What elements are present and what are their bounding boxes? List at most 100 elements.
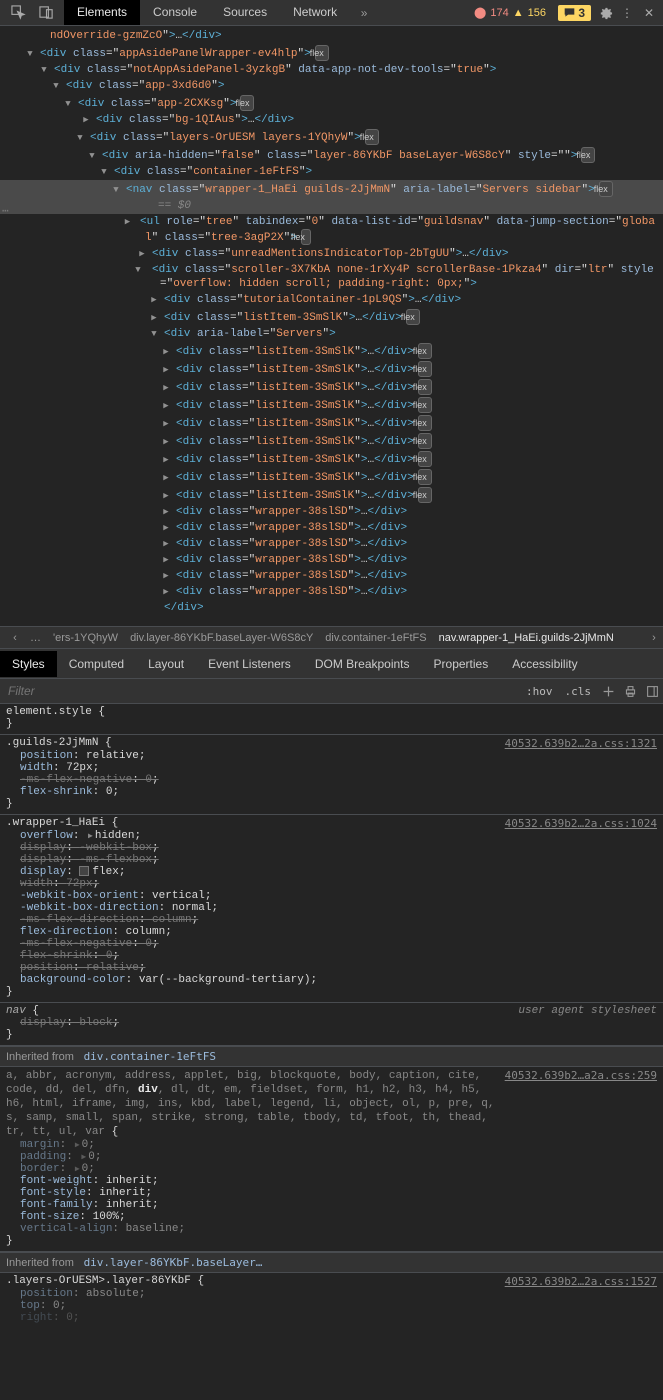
styles-panel[interactable]: element.style { } .guilds-2JjMmN { 40532…: [0, 704, 663, 1400]
lower-tab-accessibility[interactable]: Accessibility: [500, 651, 589, 677]
expand-shorthand-icon[interactable]: ▶: [81, 1152, 86, 1162]
expand-arrow-icon[interactable]: [80, 131, 90, 145]
css-declaration[interactable]: display: block;: [6, 1017, 657, 1029]
rule-element-style[interactable]: element.style { }: [0, 704, 663, 735]
tree-node[interactable]: <div class="wrapper-38slSD">…</div>: [0, 504, 663, 520]
css-declaration[interactable]: -ms-flex-negative: 0;: [6, 938, 657, 950]
flex-swatch-icon[interactable]: [79, 866, 89, 876]
expand-arrow-icon[interactable]: [166, 381, 176, 395]
expand-arrow-icon[interactable]: [116, 183, 126, 197]
css-declaration[interactable]: margin: ▶0;: [6, 1139, 657, 1151]
lower-tab-layout[interactable]: Layout: [136, 651, 196, 677]
rule-wrapper[interactable]: .wrapper-1_HaEi { 40532.639b2…2a.css:102…: [0, 815, 663, 1003]
expand-arrow-icon[interactable]: [166, 521, 176, 535]
breadcrumb-item[interactable]: div.container-1eFtFS: [319, 632, 432, 644]
expand-arrow-icon[interactable]: [166, 435, 176, 449]
expand-arrow-icon[interactable]: [166, 505, 176, 519]
tree-node[interactable]: <div class="bg-1QIAus">…</div>: [0, 112, 663, 128]
css-declaration[interactable]: border: ▶0;: [6, 1163, 657, 1175]
flex-badge[interactable]: flex: [599, 181, 613, 197]
lower-tab-styles[interactable]: Styles: [0, 651, 57, 677]
main-tab-network[interactable]: Network: [280, 0, 350, 25]
tree-node[interactable]: <div class="listItem-3SmSlK">…</div>flex: [0, 308, 663, 326]
css-declaration[interactable]: position: relative;: [6, 962, 657, 974]
expand-arrow-icon[interactable]: [166, 489, 176, 503]
computed-sidebar-icon[interactable]: [641, 680, 663, 702]
tree-node[interactable]: <div aria-label="Servers">: [0, 326, 663, 342]
more-menu-icon[interactable]: ⋮: [619, 5, 635, 21]
rule-selector[interactable]: .guilds-2JjMmN: [6, 737, 98, 750]
breadcrumb-scroll-right-icon[interactable]: ›: [645, 627, 663, 649]
css-declaration[interactable]: display: flex;: [6, 866, 657, 878]
css-declaration[interactable]: overflow: ▶hidden;: [6, 830, 657, 842]
breadcrumb-scroll-left-icon[interactable]: ‹: [6, 627, 24, 649]
flex-badge[interactable]: flex: [418, 451, 432, 467]
tree-node[interactable]: <div class="listItem-3SmSlK">…</div>flex: [0, 432, 663, 450]
tree-node[interactable]: <div class="notAppAsidePanel-3yzkgB" dat…: [0, 62, 663, 78]
rule-source-link[interactable]: 40532.639b2…a2a.css:259: [505, 1069, 657, 1082]
elements-tree[interactable]: ⋯ ndOverride-gzmZcO">…</div> <div class=…: [0, 26, 663, 626]
tree-node[interactable]: <div class="wrapper-38slSD">…</div>: [0, 568, 663, 584]
error-counter[interactable]: ⬤ 174 ▲ 156: [468, 5, 552, 20]
flex-badge[interactable]: flex: [301, 229, 311, 245]
rule-selector[interactable]: .wrapper-1_HaEi: [6, 817, 105, 830]
expand-arrow-icon[interactable]: [166, 569, 176, 583]
device-toolbar-icon[interactable]: [32, 0, 60, 26]
new-style-rule-icon[interactable]: [597, 680, 619, 702]
tree-node[interactable]: <div class="app-3xd6d0">: [0, 78, 663, 94]
tree-node[interactable]: <div class="listItem-3SmSlK">…</div>flex: [0, 486, 663, 504]
css-declaration[interactable]: background-color: var(--background-terti…: [6, 974, 657, 986]
expand-arrow-icon[interactable]: [104, 165, 114, 179]
css-declaration[interactable]: width: 72px;: [6, 878, 657, 890]
tree-node[interactable]: <div class="listItem-3SmSlK">…</div>flex: [0, 468, 663, 486]
cls-toggle[interactable]: .cls: [559, 685, 598, 698]
css-declaration[interactable]: -webkit-box-orient: vertical;: [6, 890, 657, 902]
settings-icon[interactable]: [597, 5, 613, 21]
tree-node[interactable]: <div class="listItem-3SmSlK">…</div>flex: [0, 378, 663, 396]
lower-tab-dom-breakpoints[interactable]: DOM Breakpoints: [303, 651, 422, 677]
tree-node[interactable]: <nav class="wrapper-1_HaEi guilds-2JjMmN…: [0, 180, 663, 198]
tree-node[interactable]: <div class="scroller-3X7KbA none-1rXy4P …: [0, 262, 663, 292]
rule-layers[interactable]: .layers-OrUESM>.layer-86YKbF { 40532.639…: [0, 1273, 663, 1328]
flex-badge[interactable]: flex: [581, 147, 595, 163]
tree-node[interactable]: <div class="layers-OrUESM layers-1YQhyW"…: [0, 128, 663, 146]
expand-arrow-icon[interactable]: [166, 471, 176, 485]
inherited-selector[interactable]: div.container-1eFtFS: [77, 1050, 216, 1063]
rule-source-link[interactable]: 40532.639b2…2a.css:1527: [505, 1275, 657, 1288]
inherited-selector[interactable]: div.layer-86YKbF.baseLayer…: [77, 1256, 262, 1269]
flex-badge[interactable]: flex: [418, 487, 432, 503]
flex-badge[interactable]: flex: [418, 397, 432, 413]
tree-node[interactable]: <ul role="tree" tabindex="0" data-list-i…: [0, 214, 663, 246]
expand-arrow-icon[interactable]: [166, 453, 176, 467]
expand-arrow-icon[interactable]: [166, 585, 176, 599]
flex-badge[interactable]: flex: [365, 129, 379, 145]
expand-shorthand-icon[interactable]: ▶: [75, 1164, 80, 1174]
tree-node[interactable]: <div class="listItem-3SmSlK">…</div>flex: [0, 360, 663, 378]
flex-badge[interactable]: flex: [418, 433, 432, 449]
tree-node[interactable]: </div>: [0, 600, 663, 616]
tree-node[interactable]: <div aria-hidden="false" class="layer-86…: [0, 146, 663, 164]
flex-badge[interactable]: flex: [418, 343, 432, 359]
tree-node[interactable]: <div class="app-2CXKsg">flex: [0, 94, 663, 112]
tree-node[interactable]: <div class="wrapper-38slSD">…</div>: [0, 552, 663, 568]
flex-badge[interactable]: flex: [418, 415, 432, 431]
rule-tag-selector[interactable]: a, abbr, acronym, address, applet, big, …: [6, 1069, 505, 1139]
tree-node[interactable]: <div class="listItem-3SmSlK">…</div>flex: [0, 450, 663, 468]
lower-tab-properties[interactable]: Properties: [422, 651, 501, 677]
flex-badge[interactable]: flex: [418, 379, 432, 395]
tree-node[interactable]: <div class="listItem-3SmSlK">…</div>flex: [0, 396, 663, 414]
tree-node[interactable]: <div class="appAsidePanelWrapper-ev4hlp"…: [0, 44, 663, 62]
lower-tab-computed[interactable]: Computed: [57, 651, 136, 677]
css-declaration[interactable]: width: 72px;: [6, 762, 657, 774]
expand-arrow-icon[interactable]: [130, 215, 140, 229]
rule-inherited-reset[interactable]: a, abbr, acronym, address, applet, big, …: [0, 1067, 663, 1252]
issues-counter[interactable]: 3: [558, 5, 591, 21]
css-declaration[interactable]: display: -ms-flexbox;: [6, 854, 657, 866]
css-declaration[interactable]: font-family: inherit;: [6, 1199, 657, 1211]
expand-arrow-icon[interactable]: [142, 263, 152, 277]
expand-arrow-icon[interactable]: [44, 63, 54, 77]
css-declaration[interactable]: right: 0;: [6, 1312, 657, 1324]
rule-guilds[interactable]: .guilds-2JjMmN { 40532.639b2…2a.css:1321…: [0, 735, 663, 815]
expand-arrow-icon[interactable]: [154, 327, 164, 341]
expand-arrow-icon[interactable]: [154, 311, 164, 325]
